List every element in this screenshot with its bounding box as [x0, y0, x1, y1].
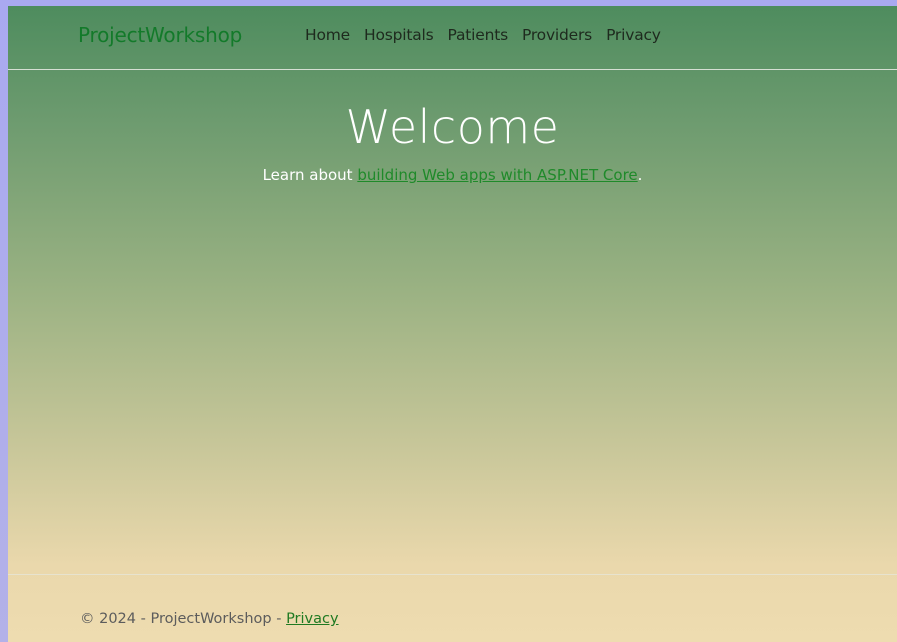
- nav-link-providers[interactable]: Providers: [522, 26, 592, 44]
- browser-page: ProjectWorkshop Home Hospitals Patients …: [8, 6, 897, 642]
- brand-link[interactable]: ProjectWorkshop: [78, 23, 242, 47]
- lead-prefix: Learn about: [262, 166, 358, 184]
- lead-text: Learn about building Web apps with ASP.N…: [8, 166, 897, 184]
- nav-link-hospitals[interactable]: Hospitals: [364, 26, 434, 44]
- main-content: Welcome Learn about building Web apps wi…: [8, 70, 897, 184]
- top-navbar: ProjectWorkshop Home Hospitals Patients …: [8, 6, 897, 70]
- nav-link-patients[interactable]: Patients: [448, 26, 509, 44]
- page-title: Welcome: [345, 100, 560, 154]
- footer-text: © 2024 - ProjectWorkshop - Privacy: [80, 611, 339, 627]
- aspnet-docs-link[interactable]: building Web apps with ASP.NET Core: [357, 166, 637, 184]
- footer-privacy-link[interactable]: Privacy: [286, 611, 339, 627]
- lead-suffix: .: [637, 166, 643, 184]
- nav-links: Home Hospitals Patients Providers Privac…: [305, 26, 675, 44]
- nav-link-home[interactable]: Home: [305, 26, 350, 44]
- nav-link-privacy[interactable]: Privacy: [606, 26, 661, 44]
- footer: © 2024 - ProjectWorkshop - Privacy: [8, 574, 897, 642]
- copyright-text: © 2024 - ProjectWorkshop -: [80, 611, 287, 627]
